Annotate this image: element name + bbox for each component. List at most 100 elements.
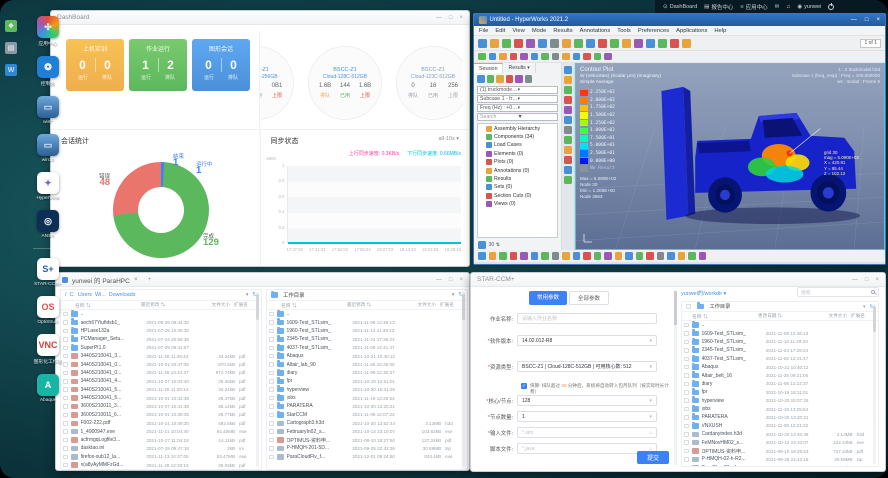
tab-session[interactable]: Session [474, 63, 503, 73]
row-checkbox[interactable] [269, 379, 274, 384]
breadcrumb-segment[interactable]: Users [78, 292, 92, 298]
results-toolbar-icon[interactable] [510, 252, 518, 260]
menu-item[interactable]: Edit [495, 28, 505, 34]
file-row[interactable]: OPTIMUS-资料申... 2021-08-10 19:25:53 727.2… [682, 447, 878, 455]
file-row[interactable]: 3440S210041_3... 2021-11-26 11:45:44 34.… [61, 352, 261, 360]
close-button[interactable]: × [459, 277, 463, 283]
breadcrumb-segment[interactable]: Downloads [109, 292, 136, 298]
file-row[interactable]: P-HMQH-02-h-R2... 2021-09-26 22:42:19 30… [682, 455, 878, 463]
cores-select[interactable]: 128▾ [517, 395, 657, 406]
sync-range-dropdown[interactable]: all-10s ▾ [439, 136, 460, 142]
row-checkbox[interactable] [684, 440, 689, 445]
file-row[interactable]: 2345-Test_STLsim_ 2021-11-24 17:26:24 [682, 346, 878, 354]
corner-icon[interactable]: W [5, 64, 17, 76]
job-name-input[interactable]: 请输入作业名称 [517, 313, 657, 324]
dock-item[interactable]: S+ STAR-CCM+ [34, 258, 62, 287]
results-toolbar-icon[interactable] [667, 252, 675, 260]
results-toolbar-icon[interactable] [699, 252, 707, 260]
row-checkbox[interactable] [63, 463, 68, 468]
file-row[interactable]: FebruaryIn02_s... 2021-10-13 23:10:07 10… [267, 427, 467, 435]
row-checkbox[interactable] [63, 404, 68, 409]
tree-item[interactable]: Sets (0) [479, 183, 556, 191]
vertical-toolbar-icon[interactable] [564, 106, 572, 114]
row-checkbox[interactable] [269, 346, 274, 351]
toolbar-icon[interactable] [598, 39, 607, 48]
tree-item[interactable]: Load Cases [479, 141, 556, 149]
toolbar-icon[interactable] [573, 53, 581, 61]
file-row[interactable]: 1_4900947.exe 2021-11-21 10:04:40 84.45M… [61, 427, 261, 435]
results-toolbar-icon[interactable] [531, 252, 539, 260]
power-icon[interactable] [828, 4, 834, 10]
vertical-toolbar-icon[interactable] [564, 86, 572, 94]
results-toolbar-icon[interactable] [688, 252, 696, 260]
cluster-node-gauge[interactable]: BSCC-Z1 Cloud-128C-512GB 1.6B1441.6B 排队已… [308, 46, 382, 120]
job-titlebar[interactable]: STAR-CCM+ — □ × [471, 273, 885, 287]
tab-all-params[interactable]: 全部参数 [569, 291, 609, 305]
panel-toolbar-icon[interactable] [477, 75, 485, 83]
results-toolbar-icon[interactable] [499, 252, 507, 260]
file-row[interactable]: Abaqus 2021-10-21 10:40:12 [267, 352, 467, 360]
row-checkbox[interactable] [63, 438, 68, 443]
file-row[interactable]: HPLase132a 2021-07-25 10:46:30 [61, 327, 261, 335]
tree-item[interactable]: Plots (0) [479, 158, 556, 166]
row-checkbox[interactable] [269, 396, 274, 401]
file-row[interactable]: firefox-xub12_la... 2021-11-13 10:47:05 … [61, 453, 261, 461]
row-checkbox[interactable] [684, 415, 689, 420]
results-toolbar-icon[interactable] [615, 252, 623, 260]
session-donut[interactable] [113, 162, 209, 258]
toolbar-icon[interactable] [478, 39, 487, 48]
tray-icon[interactable]: ♫ [786, 4, 790, 10]
file-row[interactable]: 3440S210041_5... 2021-11-26 11:20:14 34.… [61, 386, 261, 394]
file-row[interactable]: dasktao.ini 2021-07-19 09:47:18 2kB ini [61, 444, 261, 452]
results-toolbar-icon[interactable] [489, 252, 497, 260]
row-checkbox[interactable] [269, 354, 274, 359]
file-row[interactable]: 3600S210011_3... 2021-10-07 10:41:38 35.… [61, 402, 261, 410]
file-row[interactable]: Cardanyindex.h3d 2021-10-20 13:40:46 3.1… [682, 430, 878, 438]
form-scrollbar[interactable] [674, 291, 677, 465]
file-row[interactable]: ParaCloudFlv_f... 2021-12-01 09:24:50 83… [267, 453, 467, 461]
tray-item[interactable]: ⊙DashBoard [663, 4, 697, 10]
row-checkbox[interactable] [269, 421, 274, 426]
col-ext[interactable]: 扩展名 [234, 302, 256, 308]
toolbar-icon[interactable] [510, 53, 518, 61]
toolbar-icon[interactable] [670, 39, 679, 48]
toolbar-icon[interactable] [552, 53, 560, 61]
file-row[interactable]: fpr 2021-10-18 12:51:01 [267, 377, 467, 385]
tab-common-params[interactable]: 常用参数 [529, 291, 567, 305]
vertical-toolbar-icon[interactable] [564, 146, 572, 154]
menu-item[interactable]: Applications [676, 28, 707, 34]
file-row[interactable]: OPTIMUS-资料申... 2021-08-10 18:27:50 127.2… [267, 436, 467, 444]
input-file-field[interactable]: *.sim⌂ [517, 427, 657, 438]
col-name[interactable]: 名称 ⇅ [281, 302, 347, 309]
file-row[interactable]: jobs 2021-11-19 13:25:54 [682, 405, 878, 413]
results-toolbar-icon[interactable] [657, 252, 665, 260]
file-row[interactable]: PARATERA 2021-10-20 13:20:21 [267, 402, 467, 410]
row-checkbox[interactable] [269, 387, 274, 392]
row-checkbox[interactable] [684, 340, 689, 345]
stat-card[interactable]: 作业运行 12 运行排队 [129, 39, 187, 91]
dock-item[interactable]: ❂ 控制台 [37, 56, 59, 87]
script-file-field[interactable]: *.java⌂ [517, 443, 657, 454]
file-row[interactable]: diary 2021-11-08 12:22:37 [682, 380, 878, 388]
search-input[interactable]: 搜索 [797, 287, 879, 297]
row-checkbox[interactable] [269, 371, 274, 376]
tree-item[interactable]: Views (0) [479, 200, 556, 208]
close-button[interactable]: × [459, 15, 463, 21]
row-checkbox[interactable] [269, 438, 274, 443]
hyperview-titlebar[interactable]: Untitled - HyperWorks 2021.2 — □ × [474, 14, 885, 26]
menu-item[interactable]: Mode [532, 28, 547, 34]
model-combo[interactable]: (1) truckmodel.h3d▾ [477, 86, 558, 94]
toolbar-icon[interactable] [604, 53, 612, 61]
vertical-toolbar-icon[interactable] [564, 166, 572, 174]
menu-item[interactable]: Help [714, 28, 726, 34]
results-toolbar-icon[interactable] [573, 252, 581, 260]
row-checkbox[interactable] [684, 365, 689, 370]
toolbar-icon[interactable] [574, 39, 583, 48]
toolbar-icon[interactable] [634, 39, 643, 48]
row-checkbox[interactable] [63, 446, 68, 451]
tray-user[interactable]: ◉yunwei [797, 4, 821, 10]
file-row[interactable]: 3440S210041_0... 2021-11-26 13:44:37 971… [61, 369, 261, 377]
col-size[interactable]: 文件大小 [407, 302, 440, 308]
nodes-select[interactable]: 1▾ [517, 411, 657, 422]
file-row[interactable]: 4037-Test_STLsim_ 2021-11-09 12:41:47 [267, 344, 467, 352]
